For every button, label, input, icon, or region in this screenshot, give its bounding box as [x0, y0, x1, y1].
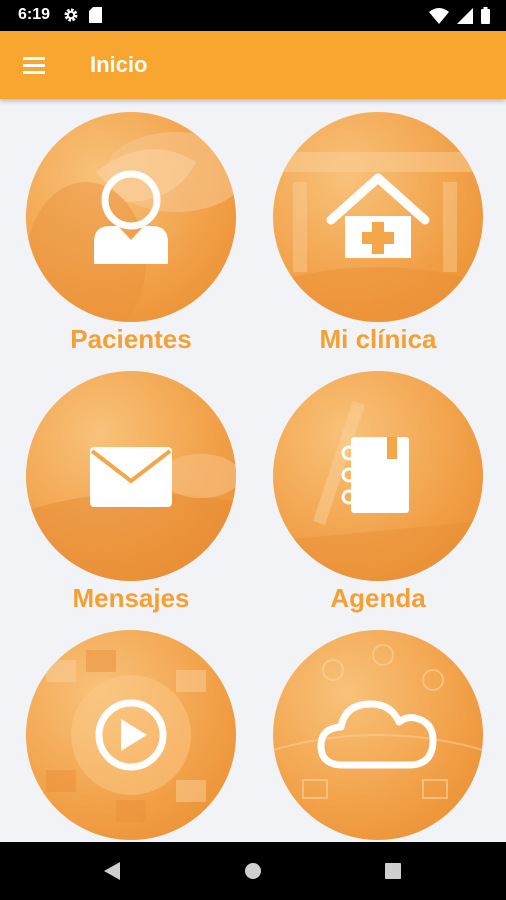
- tile-label: Mensajes: [72, 583, 190, 613]
- app-bar: Inicio: [0, 31, 506, 99]
- wifi-icon: [429, 7, 449, 24]
- sd-card-icon: [89, 7, 102, 23]
- home-button[interactable]: [239, 857, 267, 885]
- gear-icon: [64, 8, 78, 22]
- status-time: 6:19: [18, 6, 51, 23]
- tile-image: [26, 112, 236, 322]
- recents-icon: [385, 863, 401, 879]
- tile-label: Mi clínica: [319, 324, 437, 354]
- back-icon: [104, 862, 120, 880]
- status-bar: 6:19: [0, 0, 506, 31]
- tile-pacientes[interactable]: Pacientes: [26, 112, 236, 354]
- clinic-house-icon: [326, 173, 430, 258]
- status-icons-right: [429, 7, 490, 24]
- tile-image: [26, 371, 236, 581]
- tile-label: Agenda: [330, 583, 426, 613]
- page-title: Inicio: [90, 52, 148, 77]
- home-icon: [245, 863, 261, 879]
- hamburger-menu-icon: [23, 57, 45, 74]
- tile-label: Pacientes: [70, 324, 192, 354]
- notebook-icon: [341, 437, 409, 513]
- tile-agenda[interactable]: Agenda: [273, 371, 483, 613]
- tile-image: [273, 630, 483, 840]
- back-button[interactable]: [98, 857, 126, 885]
- tile-image: [273, 112, 483, 322]
- tile-video[interactable]: [26, 630, 236, 840]
- menu-button[interactable]: [14, 45, 56, 85]
- patient-icon: [94, 170, 168, 264]
- tile-cloud[interactable]: [273, 630, 483, 840]
- recents-button[interactable]: [379, 857, 407, 885]
- tile-mi-clinica[interactable]: Mi clínica: [273, 112, 483, 354]
- tile-image: [273, 371, 483, 581]
- tile-image: [26, 630, 236, 840]
- status-icons-left: [63, 7, 102, 23]
- battery-icon: [481, 7, 490, 24]
- cloud-icon: [317, 700, 437, 769]
- signal-icon: [457, 7, 473, 24]
- envelope-icon: [90, 447, 172, 507]
- tile-mensajes[interactable]: Mensajes: [26, 371, 236, 613]
- play-video-icon: [95, 699, 167, 771]
- navigation-bar: [0, 842, 506, 900]
